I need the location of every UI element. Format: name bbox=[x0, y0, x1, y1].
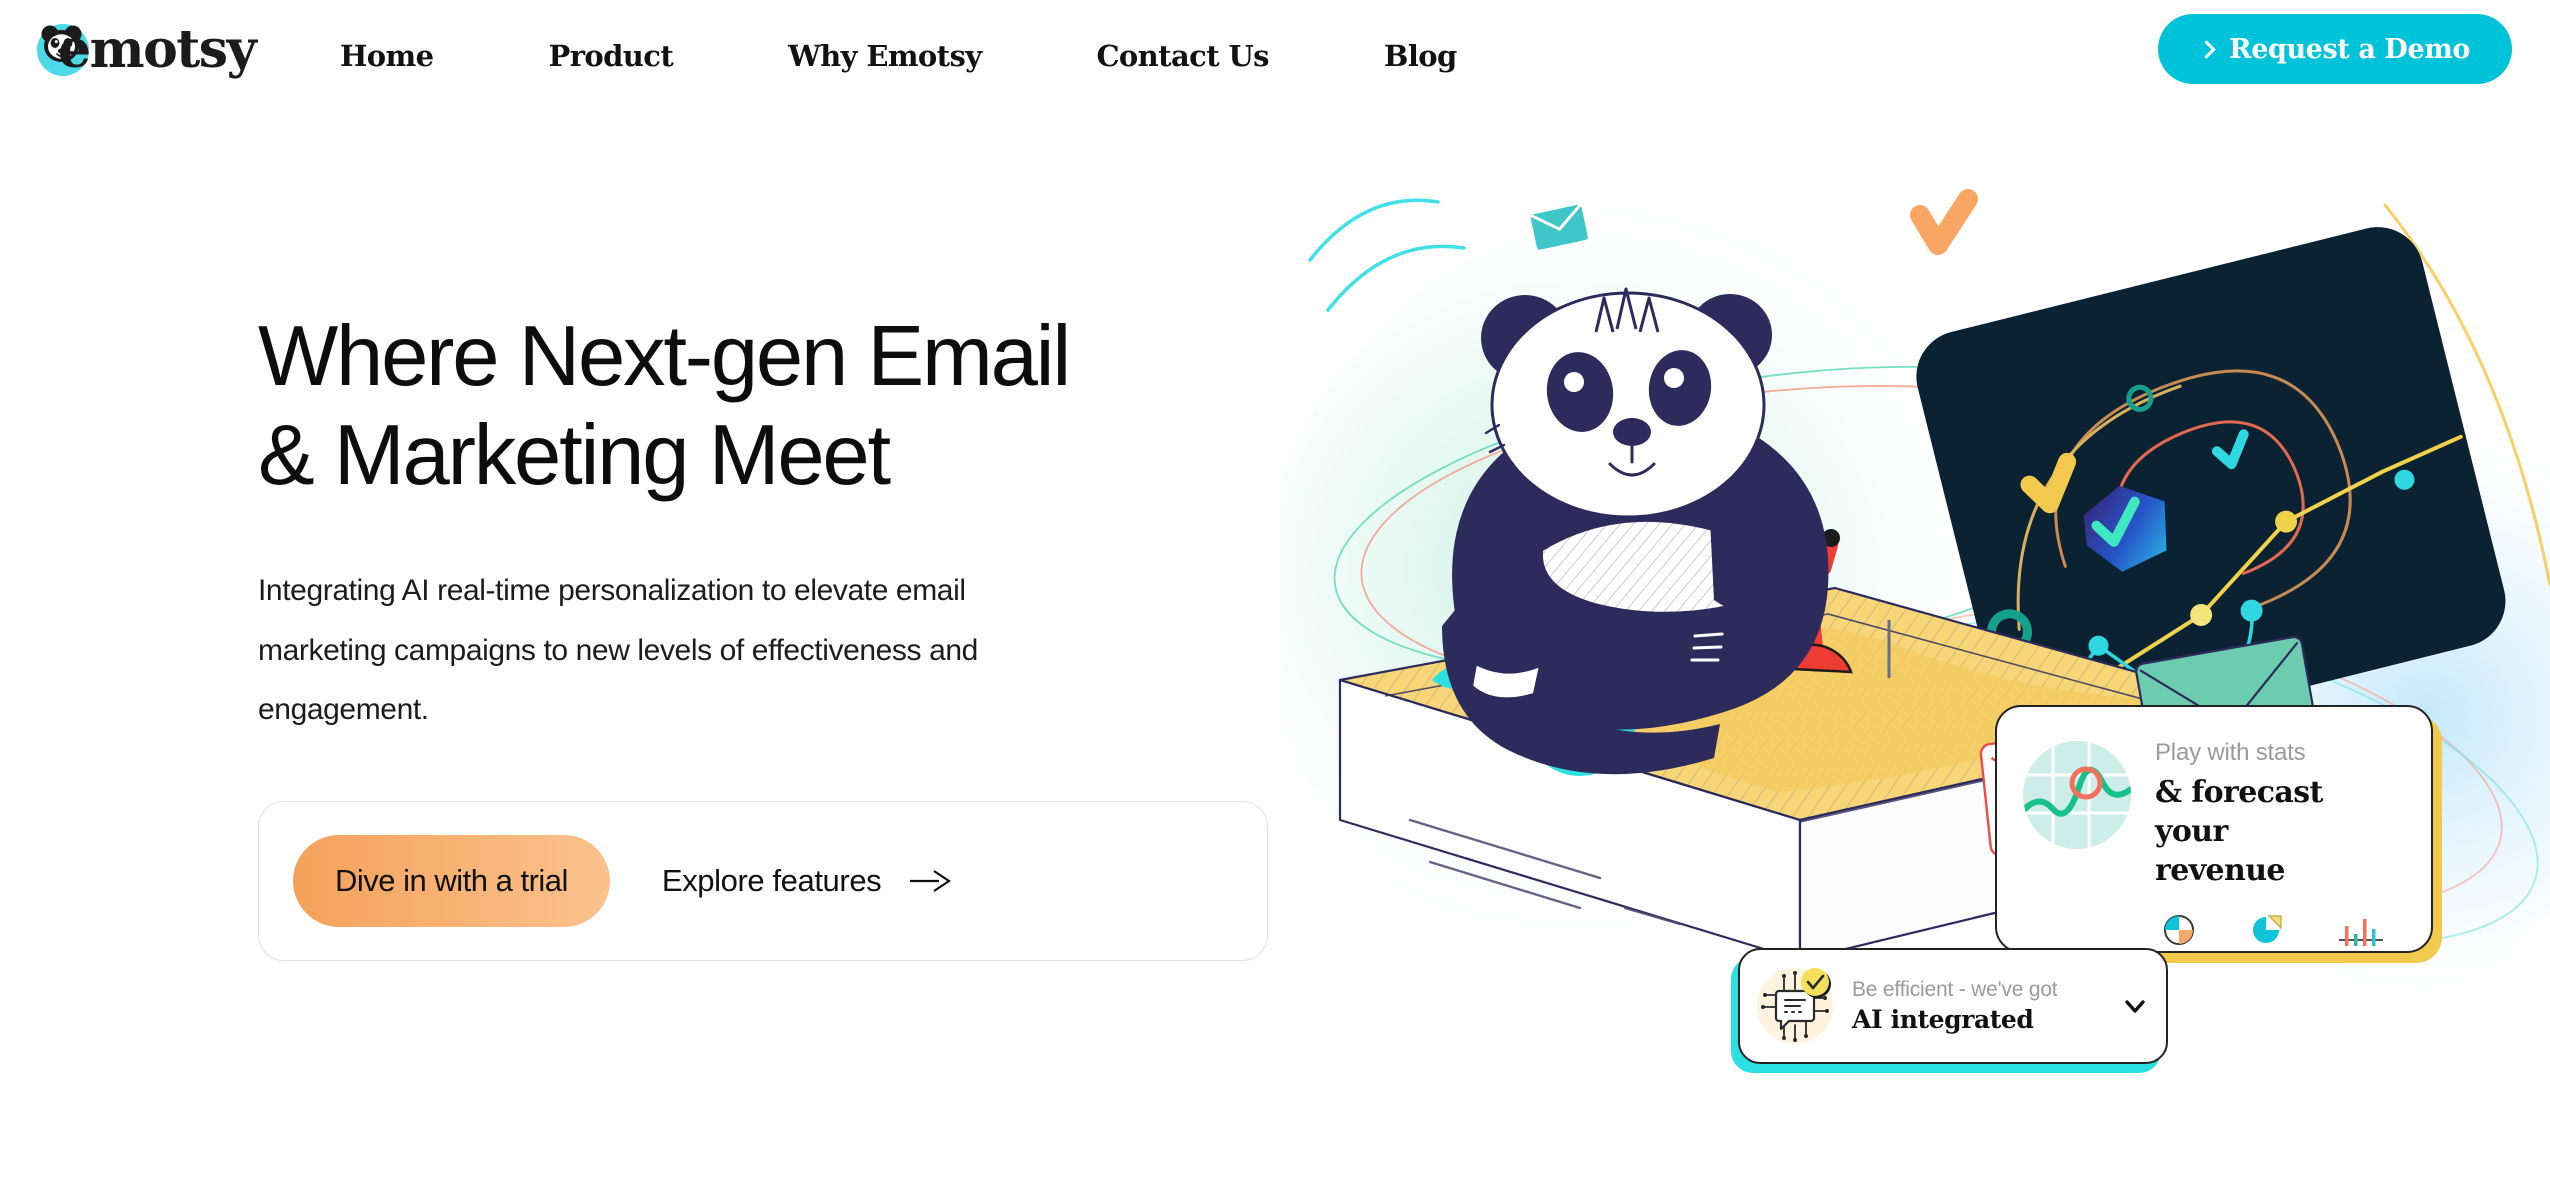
nav-item-blog[interactable]: Blog bbox=[1384, 39, 1457, 73]
stats-card-body: Play with stats & forecast your revenue bbox=[2155, 733, 2405, 948]
nav-item-product[interactable]: Product bbox=[548, 39, 673, 73]
pie-chart-icon bbox=[2253, 915, 2282, 943]
chevron-right-icon bbox=[2197, 39, 2216, 59]
hero-headline: Where Next-gen Email & Marketing Meet bbox=[258, 309, 1071, 503]
dive-in-trial-button[interactable]: Dive in with a trial bbox=[293, 835, 610, 928]
ai-chip-chat-icon bbox=[1757, 968, 1833, 1044]
chevron-down-icon[interactable] bbox=[2124, 995, 2146, 1017]
ai-card-kicker: Be efficient - we've got bbox=[1852, 978, 2058, 1001]
top-navbar: emotsy Home Product Why Emotsy Contact U… bbox=[0, 0, 2550, 112]
explore-features-label: Explore features bbox=[661, 863, 882, 899]
ai-integrated-card[interactable]: Be efficient - we've got AI integrated bbox=[1738, 948, 2168, 1064]
ai-card-title: AI integrated bbox=[1852, 1005, 2034, 1034]
stats-card-kicker: Play with stats bbox=[2155, 739, 2306, 766]
explore-features-link[interactable]: Explore features bbox=[662, 863, 953, 899]
play-with-stats-card[interactable]: Play with stats & forecast your revenue bbox=[1995, 705, 2433, 953]
hero-page: emotsy Home Product Why Emotsy Contact U… bbox=[0, 0, 2550, 1182]
hero-copy: Where Next-gen Email & Marketing Meet In… bbox=[258, 308, 1308, 962]
request-demo-button[interactable]: Request a Demo bbox=[2158, 14, 2512, 84]
nav-item-home[interactable]: Home bbox=[340, 39, 434, 73]
stats-card-title: & forecast your revenue bbox=[2155, 775, 2323, 888]
nav-item-why-emotsy[interactable]: Why Emotsy bbox=[788, 39, 982, 73]
stats-mini-icons bbox=[2155, 912, 2405, 948]
nav-item-contact-us[interactable]: Contact Us bbox=[1096, 39, 1269, 73]
brand-logo[interactable]: emotsy bbox=[30, 14, 257, 86]
line-chart-circle-icon bbox=[2023, 741, 2131, 849]
bar-chart-icon bbox=[2339, 919, 2383, 946]
hero-subtext: Integrating AI real-time personalization… bbox=[258, 574, 978, 726]
hero-cta-container: Dive in with a trial Explore features bbox=[258, 801, 1268, 962]
request-demo-label: Request a Demo bbox=[2229, 33, 2470, 65]
donut-chart-icon bbox=[2164, 915, 2194, 945]
ai-card-body: Be efficient - we've got AI integrated bbox=[1852, 978, 2108, 1034]
brand-name: emotsy bbox=[58, 19, 257, 80]
arrow-right-icon bbox=[910, 870, 952, 893]
nav-links: Home Product Why Emotsy Contact Us Blog bbox=[340, 0, 1457, 112]
